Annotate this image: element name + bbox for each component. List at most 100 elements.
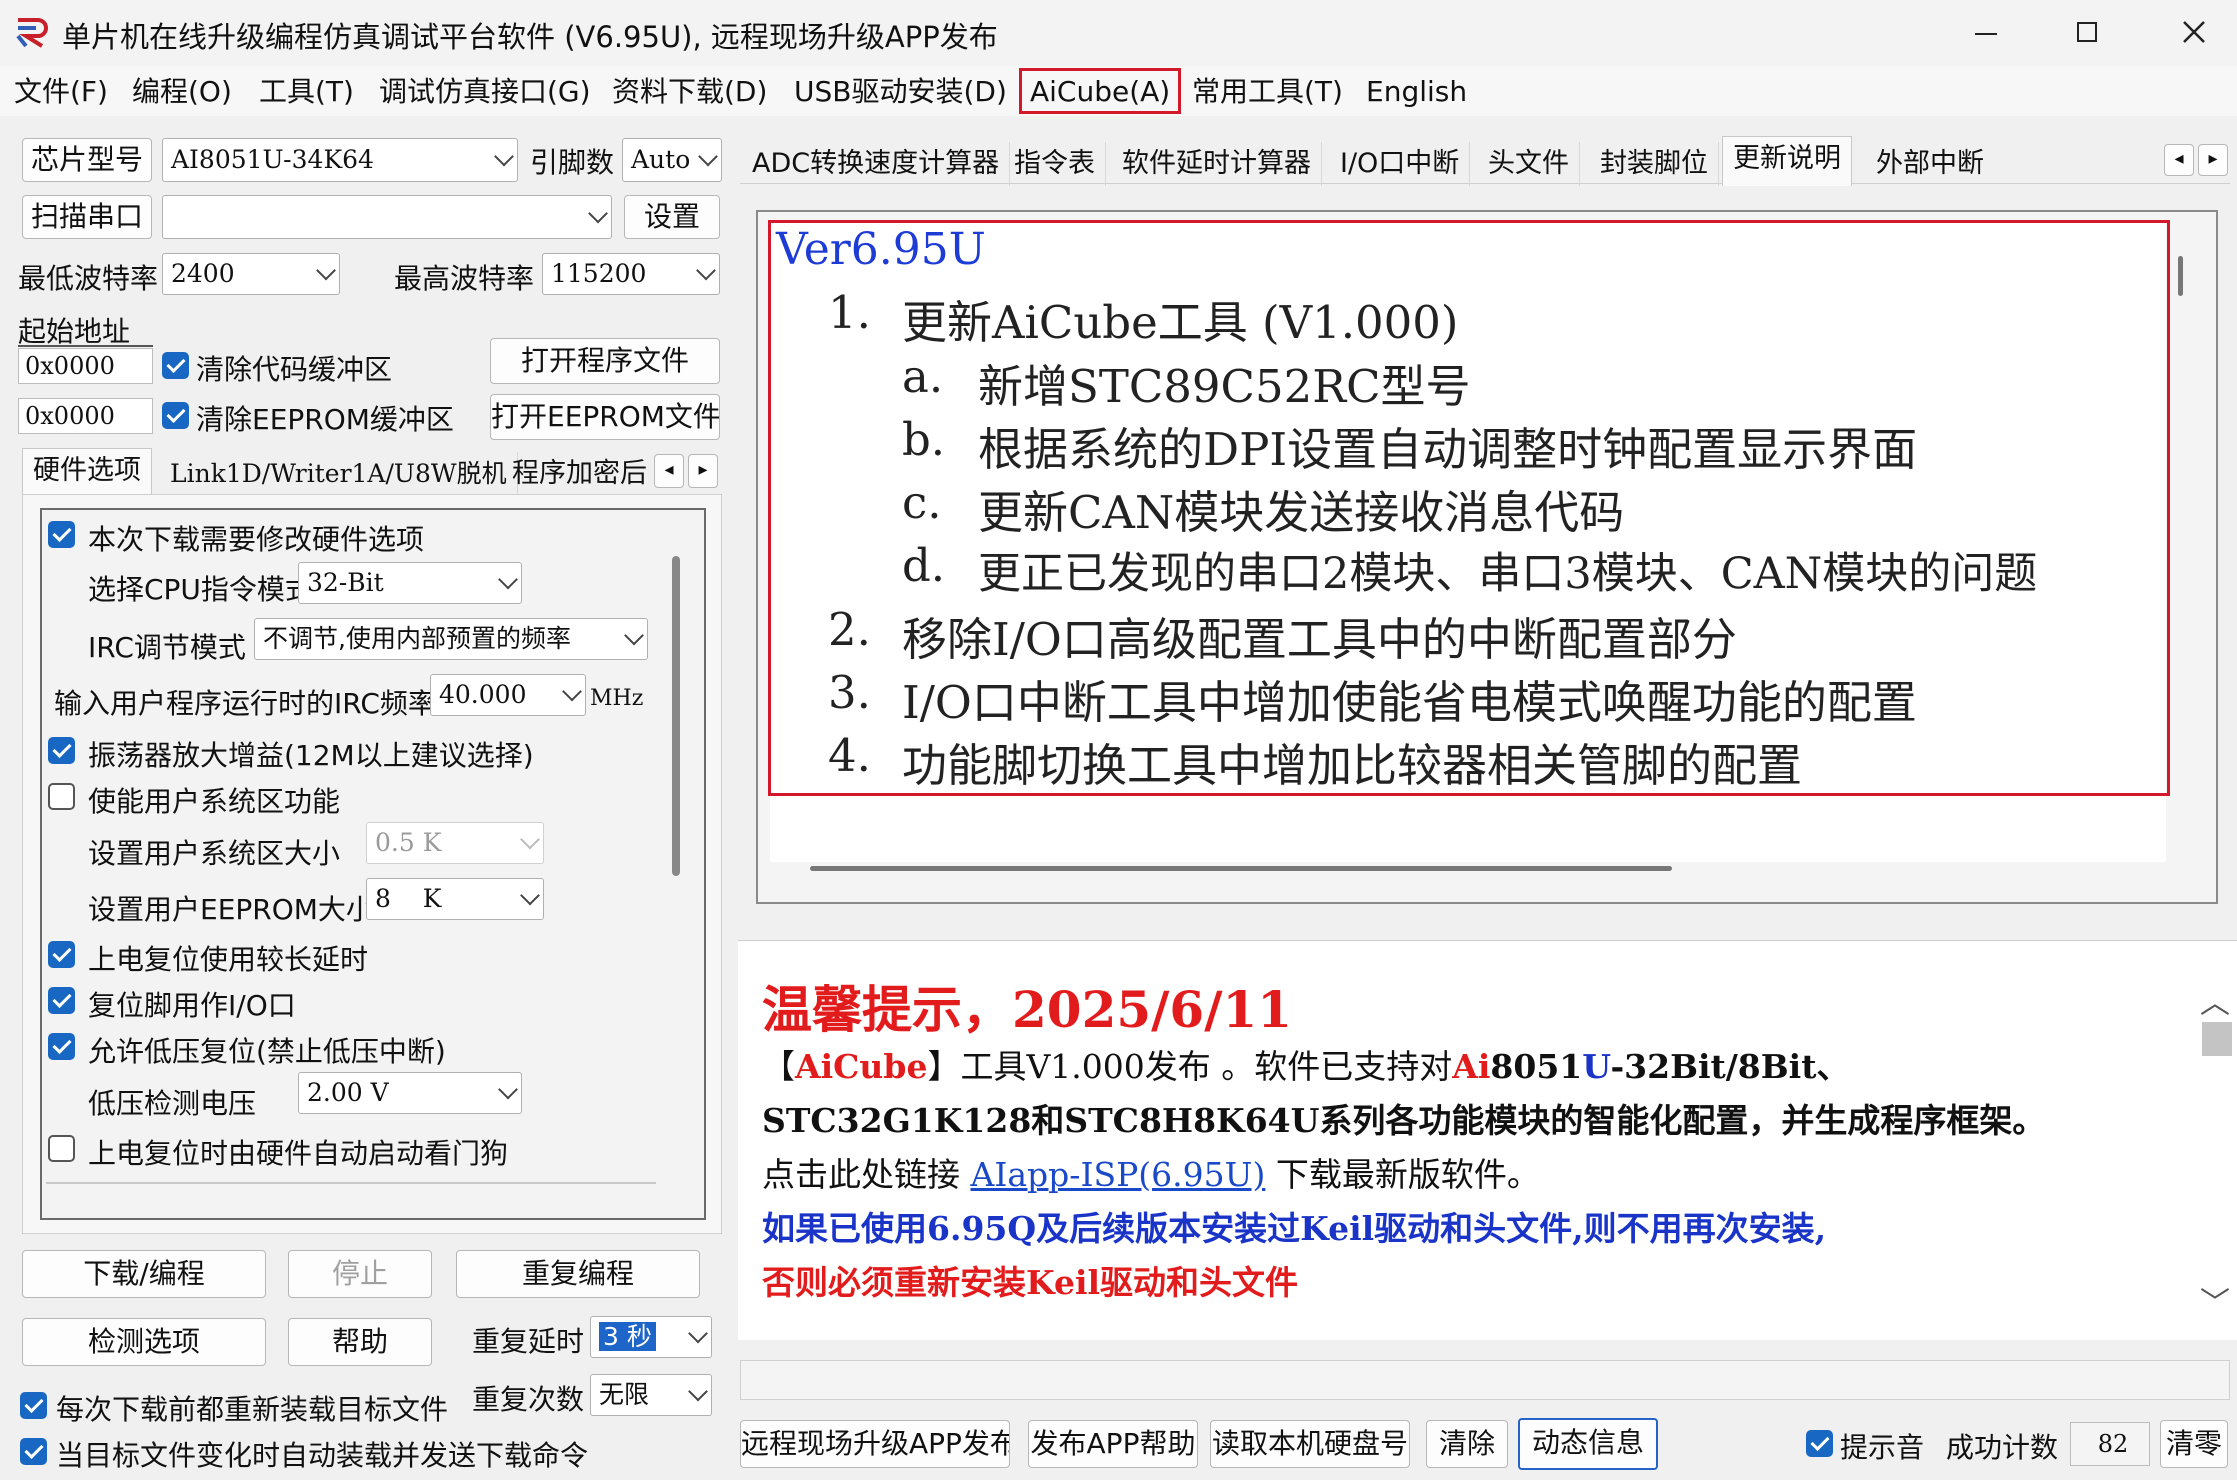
- scan-port-button[interactable]: 扫描串口: [22, 195, 152, 239]
- minimize-icon[interactable]: [1975, 33, 1997, 35]
- close-icon[interactable]: [2182, 20, 2206, 44]
- menu-debug-interface[interactable]: 调试仿真接口(G): [375, 72, 595, 112]
- vertical-scrollbar[interactable]: [2178, 256, 2183, 296]
- menu-program[interactable]: 编程(O): [128, 72, 236, 112]
- menu-english[interactable]: English: [1362, 72, 1471, 112]
- menu-file[interactable]: 文件(F): [10, 72, 112, 112]
- reload-each-checkbox[interactable]: [20, 1392, 47, 1419]
- tab-io-interrupt[interactable]: I/O口中断: [1330, 142, 1471, 186]
- sound-checkbox[interactable]: [1806, 1430, 1833, 1457]
- tab-hardware-options[interactable]: 硬件选项: [22, 448, 152, 496]
- chevron-down-icon: [624, 625, 644, 646]
- notice-l1-8051: 8051: [1490, 1047, 1583, 1086]
- publish-help-button[interactable]: 发布APP帮助: [1028, 1420, 1198, 1468]
- tab-scroll-left-icon[interactable]: ◂: [654, 454, 684, 488]
- repeat-count-select[interactable]: 无限: [590, 1374, 712, 1416]
- check-options-button[interactable]: 检测选项: [22, 1318, 266, 1366]
- user-sys-checkbox[interactable]: [48, 783, 75, 810]
- eeprom-address-input[interactable]: 0x0000: [18, 398, 153, 434]
- repeat-count-value: 无限: [599, 1380, 650, 1409]
- remote-upgrade-button[interactable]: 远程现场升级APP发布: [740, 1420, 1010, 1468]
- osc-gain-checkbox[interactable]: [48, 737, 75, 764]
- tab-encrypt[interactable]: 程序加密后: [502, 452, 652, 496]
- menu-aicube[interactable]: AiCube(A): [1019, 68, 1182, 114]
- update-sub-c-num: c.: [902, 476, 942, 529]
- user-sys-label: 使能用户系统区功能: [88, 785, 341, 818]
- tab-scroll-right-icon[interactable]: ▸: [688, 454, 718, 488]
- min-baud-value: 2400: [171, 259, 235, 288]
- help-button[interactable]: 帮助: [288, 1318, 432, 1366]
- repeat-delay-select[interactable]: 3 秒: [590, 1316, 712, 1358]
- chevron-down-icon: [494, 146, 514, 167]
- maximize-icon[interactable]: [2077, 22, 2097, 42]
- update-sub-c: 更新CAN模块发送接收消息代码: [978, 486, 1625, 539]
- stop-button[interactable]: 停止: [288, 1250, 432, 1298]
- tab-scroll-left-icon[interactable]: ◂: [2164, 144, 2194, 176]
- pin-count-select[interactable]: Auto: [622, 138, 722, 182]
- tab-header-file[interactable]: 头文件: [1478, 142, 1580, 186]
- sound-label: 提示音: [1840, 1431, 1925, 1464]
- scroll-down-icon[interactable]: ﹀: [2200, 1278, 2230, 1322]
- dynamic-info-button[interactable]: 动态信息: [1518, 1418, 1658, 1470]
- osc-gain-label: 振荡器放大增益(12M以上建议选择): [88, 739, 534, 772]
- low-volt-select[interactable]: 2.00 V: [298, 1072, 522, 1114]
- clear-button[interactable]: 清除: [1426, 1420, 1508, 1468]
- user-eeprom-select[interactable]: 8 K: [366, 878, 544, 920]
- menu-tools[interactable]: 工具(T): [255, 72, 358, 112]
- tab-release-notes[interactable]: 更新说明: [1722, 136, 1852, 186]
- tab-delay-calculator[interactable]: 软件延时计算器: [1112, 142, 1322, 186]
- mhz-unit-label: MHz: [590, 686, 644, 711]
- power-reset-delay-checkbox[interactable]: [48, 941, 75, 968]
- tab-adc-calculator[interactable]: ADC转换速度计算器: [742, 142, 1011, 186]
- tab-scroll-right-icon[interactable]: ▸: [2198, 144, 2228, 176]
- serial-port-select[interactable]: [162, 195, 612, 239]
- chevron-down-icon: [588, 203, 608, 224]
- clear-eeprom-checkbox[interactable]: [162, 402, 189, 429]
- tab-external-interrupt[interactable]: 外部中断: [1866, 142, 1994, 186]
- notice-line-2: STC32G1K128和STC8H8K64U系列各功能模块的智能化配置，并生成程…: [762, 1101, 2046, 1140]
- menu-downloads[interactable]: 资料下载(D): [608, 72, 771, 112]
- menu-common-tools[interactable]: 常用工具(T): [1188, 72, 1347, 112]
- reset-pin-io-checkbox[interactable]: [48, 987, 75, 1014]
- tab-package-pins[interactable]: 封装脚位: [1590, 142, 1719, 186]
- chevron-down-icon: [520, 885, 540, 906]
- reset-count-button[interactable]: 清零: [2160, 1420, 2228, 1468]
- panel-scrollbar[interactable]: [672, 556, 680, 876]
- open-program-button[interactable]: 打开程序文件: [490, 338, 720, 384]
- reprogram-button[interactable]: 重复编程: [456, 1250, 700, 1298]
- open-eeprom-button[interactable]: 打开EEPROM文件: [490, 394, 720, 440]
- download-program-button[interactable]: 下载/编程: [22, 1250, 266, 1298]
- low-volt-value: 2.00 V: [307, 1078, 389, 1107]
- chip-model-button[interactable]: 芯片型号: [22, 138, 152, 182]
- settings-button[interactable]: 设置: [624, 195, 720, 239]
- irc-freq-input[interactable]: 40.000: [430, 674, 586, 716]
- scroll-up-icon[interactable]: ︿: [2200, 978, 2230, 1022]
- menu-usb-driver[interactable]: USB驱动安装(D): [790, 72, 1011, 112]
- user-sys-size-select[interactable]: 0.5 K: [366, 822, 544, 864]
- read-disk-button[interactable]: 读取本机硬盘号: [1210, 1420, 1410, 1468]
- chip-model-select[interactable]: AI8051U-34K64: [162, 138, 518, 182]
- modify-hw-checkbox[interactable]: [48, 521, 75, 548]
- code-address-input[interactable]: 0x0000: [18, 348, 153, 384]
- reload-each-label: 每次下载前都重新装载目标文件: [56, 1393, 449, 1426]
- cpu-mode-select[interactable]: 32-Bit: [298, 562, 522, 604]
- notice-scrollbar[interactable]: [2202, 1022, 2232, 1056]
- horizontal-scrollbar[interactable]: [810, 866, 1672, 871]
- irc-freq-label: 输入用户程序运行时的IRC频率: [54, 687, 436, 720]
- auto-load-checkbox[interactable]: [20, 1438, 47, 1465]
- tab-offline-writer[interactable]: Link1D/Writer1A/U8W脱机: [160, 452, 518, 496]
- low-volt-reset-checkbox[interactable]: [48, 1033, 75, 1060]
- update-item-4: 功能脚切换工具中增加比较器相关管脚的配置: [902, 739, 1803, 792]
- chevron-down-icon: [316, 260, 336, 281]
- max-baud-value: 115200: [551, 259, 647, 288]
- chevron-down-icon: [696, 260, 716, 281]
- clear-code-checkbox[interactable]: [162, 352, 189, 379]
- tab-instruction-table[interactable]: 指令表: [1004, 142, 1106, 186]
- min-baud-select[interactable]: 2400: [162, 253, 340, 295]
- max-baud-label: 最高波特率: [394, 262, 535, 295]
- clear-eeprom-label: 清除EEPROM缓冲区: [196, 403, 454, 436]
- max-baud-select[interactable]: 115200: [542, 253, 720, 295]
- irc-mode-select[interactable]: 不调节,使用内部预置的频率: [254, 618, 648, 660]
- watchdog-checkbox[interactable]: [48, 1135, 75, 1162]
- download-link[interactable]: AIapp-ISP(6.95U): [971, 1155, 1266, 1194]
